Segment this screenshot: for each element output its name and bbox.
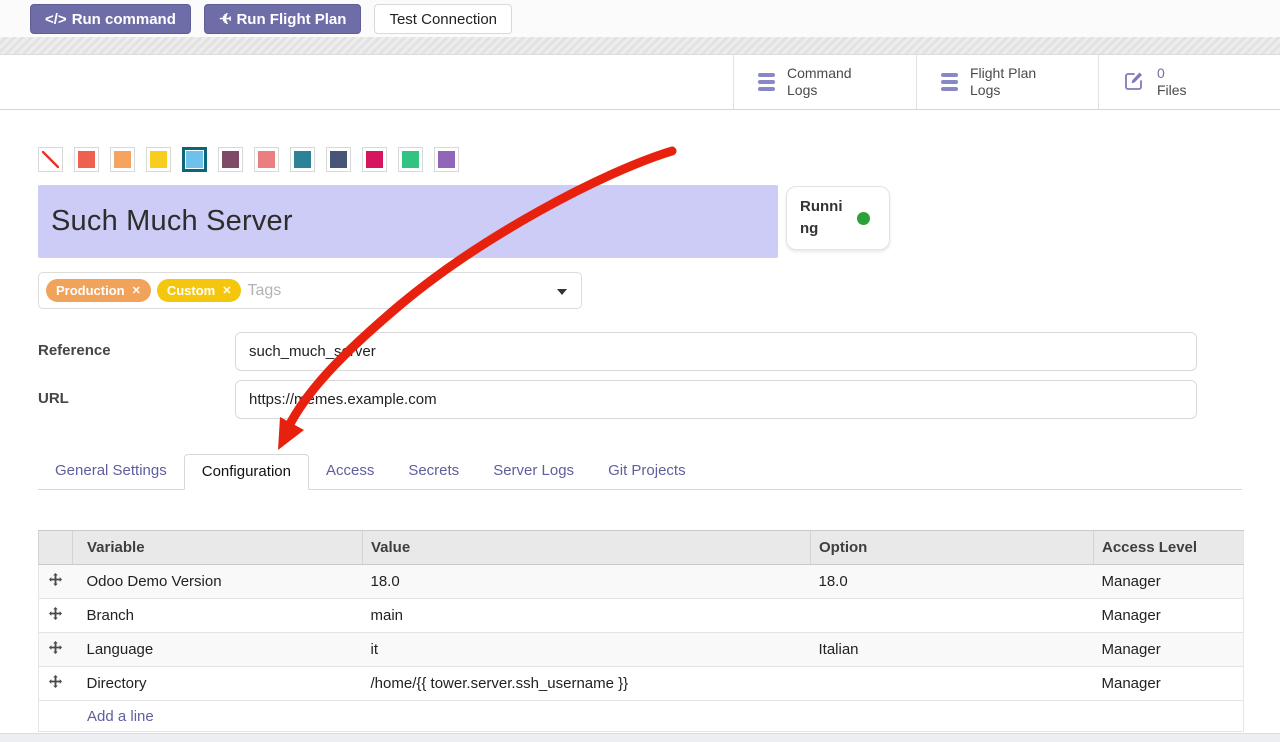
table-row[interactable]: Directory /home/{{ tower.server.ssh_user… — [39, 667, 1244, 701]
list-icon — [758, 73, 775, 91]
bottom-strip — [0, 733, 1280, 742]
color-swatch-no-color[interactable] — [38, 147, 63, 172]
page-header: Command Logs Flight Plan Logs 0 Files — [0, 55, 1280, 110]
top-action-bar: </> Run command ✈ Run Flight Plan Test C… — [0, 0, 1280, 37]
stat-label: 0 Files — [1157, 65, 1187, 100]
color-swatch-purple[interactable] — [434, 147, 459, 172]
tab-secrets[interactable]: Secrets — [391, 454, 476, 489]
color-swatch-salmon[interactable] — [254, 147, 279, 172]
url-label: URL — [38, 390, 69, 407]
status-badge[interactable]: Running — [786, 186, 890, 250]
remove-tag-icon[interactable]: ✕ — [222, 284, 231, 297]
table-row[interactable]: Language it Italian Manager — [39, 633, 1244, 667]
test-connection-button[interactable]: Test Connection — [374, 4, 512, 34]
color-swatch-light-blue-selected[interactable] — [182, 147, 207, 172]
cell-option[interactable]: 18.0 — [811, 565, 1094, 599]
stat-label: Flight Plan Logs — [970, 65, 1036, 100]
cell-value[interactable]: 18.0 — [363, 565, 811, 599]
plane-icon: ✈ — [219, 10, 232, 28]
drag-handle-icon[interactable] — [39, 599, 73, 633]
form-sheet: Such Much Server Running Production ✕ Cu… — [0, 110, 1280, 733]
tab-general-settings[interactable]: General Settings — [38, 454, 184, 489]
cell-variable[interactable]: Language — [73, 633, 363, 667]
cell-option[interactable] — [811, 599, 1094, 633]
tag-pill-production: Production ✕ — [46, 279, 151, 302]
tab-git-projects[interactable]: Git Projects — [591, 454, 703, 489]
status-label: Running — [800, 196, 848, 240]
drag-handle-icon[interactable] — [39, 565, 73, 599]
cell-option[interactable] — [811, 667, 1094, 701]
run-flight-plan-button[interactable]: ✈ Run Flight Plan — [204, 4, 362, 34]
cell-variable[interactable]: Directory — [73, 667, 363, 701]
run-command-button[interactable]: </> Run command — [30, 4, 191, 34]
tags-placeholder: Tags — [247, 282, 281, 300]
color-swatch-orange[interactable] — [110, 147, 135, 172]
column-header-variable[interactable]: Variable — [73, 531, 363, 565]
status-dot — [857, 212, 870, 225]
color-swatch-red[interactable] — [74, 147, 99, 172]
table-header-row: Variable Value Option Access Level — [39, 531, 1244, 565]
chevron-down-icon[interactable] — [557, 289, 567, 295]
drag-handle-icon[interactable] — [39, 667, 73, 701]
tags-input[interactable]: Production ✕ Custom ✕ Tags — [38, 272, 582, 309]
tab-server-logs[interactable]: Server Logs — [476, 454, 591, 489]
notebook-tabs: General Settings Configuration Access Se… — [38, 454, 1242, 490]
stat-button-files[interactable]: 0 Files — [1098, 55, 1280, 109]
cell-access-level[interactable]: Manager — [1094, 599, 1244, 633]
list-icon — [941, 73, 958, 91]
add-line-row: Add a line — [39, 701, 1244, 732]
variables-table: Variable Value Option Access Level Odoo … — [38, 530, 1244, 732]
color-swatch-dark-purple[interactable] — [218, 147, 243, 172]
color-swatch-teal[interactable] — [290, 147, 315, 172]
edit-square-icon — [1123, 69, 1145, 96]
cell-variable[interactable]: Branch — [73, 599, 363, 633]
column-header-option[interactable]: Option — [811, 531, 1094, 565]
cell-value[interactable]: main — [363, 599, 811, 633]
reference-label: Reference — [38, 342, 111, 359]
cell-value[interactable]: /home/{{ tower.server.ssh_username }} — [363, 667, 811, 701]
cell-access-level[interactable]: Manager — [1094, 667, 1244, 701]
color-swatch-green[interactable] — [398, 147, 423, 172]
hatched-divider-strip — [0, 37, 1280, 55]
color-swatch-dark-blue[interactable] — [326, 147, 351, 172]
tag-pill-custom: Custom ✕ — [157, 279, 242, 302]
color-swatch-fuchsia[interactable] — [362, 147, 387, 172]
drag-handle-icon[interactable] — [39, 633, 73, 667]
cell-access-level[interactable]: Manager — [1094, 565, 1244, 599]
drag-handle-column-header — [39, 531, 73, 565]
tab-access[interactable]: Access — [309, 454, 391, 489]
stat-button-command-logs[interactable]: Command Logs — [734, 55, 916, 109]
color-palette — [38, 147, 459, 172]
reference-input[interactable] — [235, 332, 1197, 371]
stat-button-flight-plan-logs[interactable]: Flight Plan Logs — [916, 55, 1098, 109]
cell-value[interactable]: it — [363, 633, 811, 667]
stat-label: Command Logs — [787, 65, 852, 100]
remove-tag-icon[interactable]: ✕ — [132, 284, 141, 297]
code-icon: </> — [45, 11, 67, 28]
add-line-link[interactable]: Add a line — [47, 708, 154, 725]
column-header-access-level[interactable]: Access Level — [1094, 531, 1244, 565]
column-header-value[interactable]: Value — [363, 531, 811, 565]
cell-access-level[interactable]: Manager — [1094, 633, 1244, 667]
url-input[interactable] — [235, 380, 1197, 419]
page-title: Such Much Server — [51, 205, 293, 238]
tab-configuration[interactable]: Configuration — [184, 454, 309, 490]
cell-variable[interactable]: Odoo Demo Version — [73, 565, 363, 599]
table-row[interactable]: Branch main Manager — [39, 599, 1244, 633]
cell-option[interactable]: Italian — [811, 633, 1094, 667]
server-name-field[interactable]: Such Much Server — [38, 185, 778, 258]
color-swatch-yellow[interactable] — [146, 147, 171, 172]
files-count: 0 — [1157, 65, 1165, 81]
table-row[interactable]: Odoo Demo Version 18.0 18.0 Manager — [39, 565, 1244, 599]
